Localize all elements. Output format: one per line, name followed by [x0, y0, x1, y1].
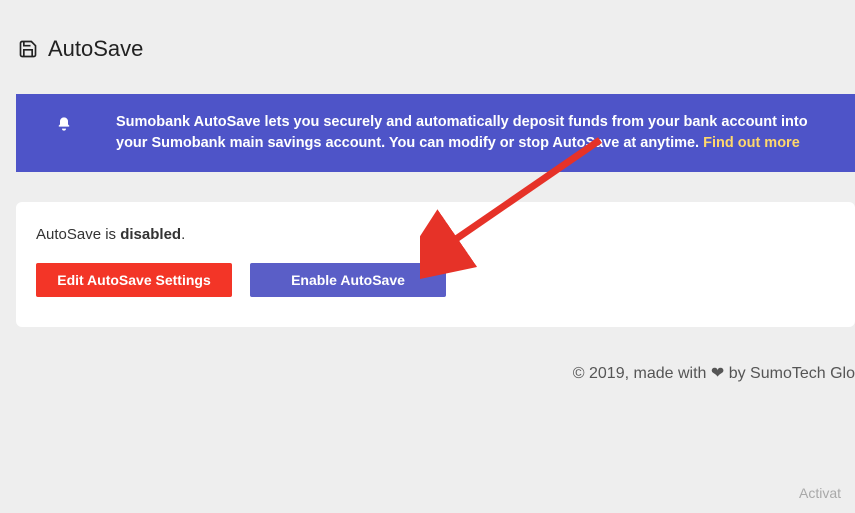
footer-suffix: by SumoTech Glo [724, 365, 855, 382]
heart-icon: ❤ [711, 365, 724, 382]
autosave-status: AutoSave is disabled. [36, 226, 835, 243]
bell-icon [56, 116, 72, 132]
banner-text: Sumobank AutoSave lets you securely and … [116, 112, 831, 154]
windows-activation-watermark: Activat [799, 486, 841, 501]
info-banner: Sumobank AutoSave lets you securely and … [16, 94, 855, 172]
page-title: AutoSave [48, 36, 143, 62]
status-value: disabled [120, 226, 181, 243]
enable-autosave-button[interactable]: Enable AutoSave [250, 263, 446, 297]
footer-prefix: © 2019, made with [573, 365, 711, 382]
footer: © 2019, made with ❤ by SumoTech Glo [573, 363, 855, 383]
watermark-line1: Activat [799, 486, 841, 501]
save-icon [18, 39, 38, 59]
status-suffix: . [181, 226, 185, 243]
find-out-more-link[interactable]: Find out more [703, 135, 800, 151]
page-header: AutoSave [0, 0, 855, 62]
status-prefix: AutoSave is [36, 226, 120, 243]
edit-autosave-settings-button[interactable]: Edit AutoSave Settings [36, 263, 232, 297]
autosave-card: AutoSave is disabled. Edit AutoSave Sett… [16, 202, 855, 327]
button-row: Edit AutoSave Settings Enable AutoSave [36, 263, 835, 297]
